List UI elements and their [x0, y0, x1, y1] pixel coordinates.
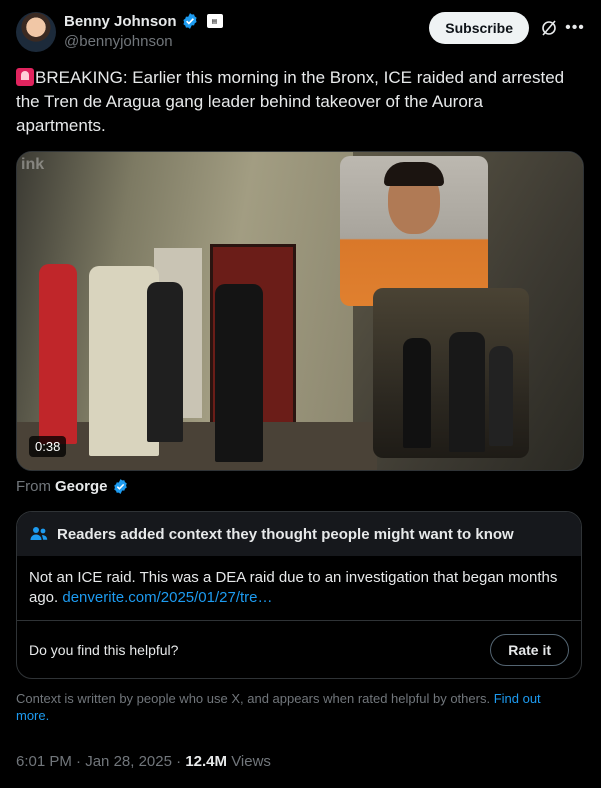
rate-it-button[interactable]: Rate it [490, 633, 569, 666]
context-disclaimer-text: Context is written by people who use X, … [16, 691, 491, 706]
meta-separator: · [176, 753, 182, 770]
police-light-emoji [16, 68, 34, 86]
affiliation-badge-icon[interactable]: ▤ [206, 14, 223, 28]
arrest-agent-3 [489, 346, 513, 446]
video-duration: 0:38 [29, 436, 67, 457]
author-name-row: Benny Johnson ▤ [64, 12, 223, 30]
views-count: 12.4M [185, 753, 228, 770]
verified-badge-icon[interactable] [112, 478, 129, 495]
context-disclaimer: Context is written by people who use X, … [16, 690, 576, 724]
media-source: From George [16, 478, 129, 495]
community-note: Readers added context they thought peopl… [16, 511, 582, 679]
community-note-footer: Do you find this helpful? Rate it [17, 621, 581, 678]
tweet-header: Benny Johnson ▤ @bennyjohnson Subscribe … [16, 12, 585, 52]
views-label: Views [231, 753, 271, 770]
community-note-link[interactable]: denverite.com/2025/01/27/tre… [62, 589, 272, 606]
mugshot-hair [384, 162, 444, 186]
scene-person-black [215, 284, 263, 462]
video-player[interactable]: ink 0:38 [16, 151, 584, 471]
verified-badge-icon[interactable] [181, 12, 199, 30]
community-note-body: Not an ICE raid. This was a DEA raid due… [17, 556, 581, 621]
tweet-text: BREAKING: Earlier this morning in the Br… [16, 66, 576, 138]
grok-icon[interactable] [539, 18, 559, 38]
tweet-date[interactable]: Jan 28, 2025 [85, 753, 172, 770]
scene-person-red [39, 264, 77, 444]
mugshot-inset [340, 156, 488, 306]
meta-separator: · [76, 753, 82, 770]
author-handle[interactable]: @bennyjohnson [64, 33, 173, 50]
arrest-agent-2 [449, 332, 485, 452]
author-name[interactable]: Benny Johnson [64, 13, 177, 30]
people-icon [30, 527, 48, 540]
arrest-inset [373, 288, 529, 458]
avatar[interactable] [16, 12, 56, 52]
community-note-heading: Readers added context they thought peopl… [57, 525, 514, 543]
tweet-meta: 6:01 PM · Jan 28, 2025 · 12.4M Views [16, 753, 271, 770]
tweet-time[interactable]: 6:01 PM [16, 753, 72, 770]
subscribe-button[interactable]: Subscribe [429, 12, 529, 44]
media-source-prefix: From [16, 478, 51, 495]
community-note-header[interactable]: Readers added context they thought peopl… [17, 512, 581, 556]
arrest-agent-1 [403, 338, 431, 448]
media-source-name[interactable]: George [55, 478, 108, 495]
tweet-body: BREAKING: Earlier this morning in the Br… [16, 68, 565, 135]
scene-person-dark [147, 282, 183, 442]
more-icon[interactable]: ••• [565, 18, 585, 38]
video-watermark: ink [21, 156, 45, 173]
helpful-question: Do you find this helpful? [29, 641, 179, 658]
